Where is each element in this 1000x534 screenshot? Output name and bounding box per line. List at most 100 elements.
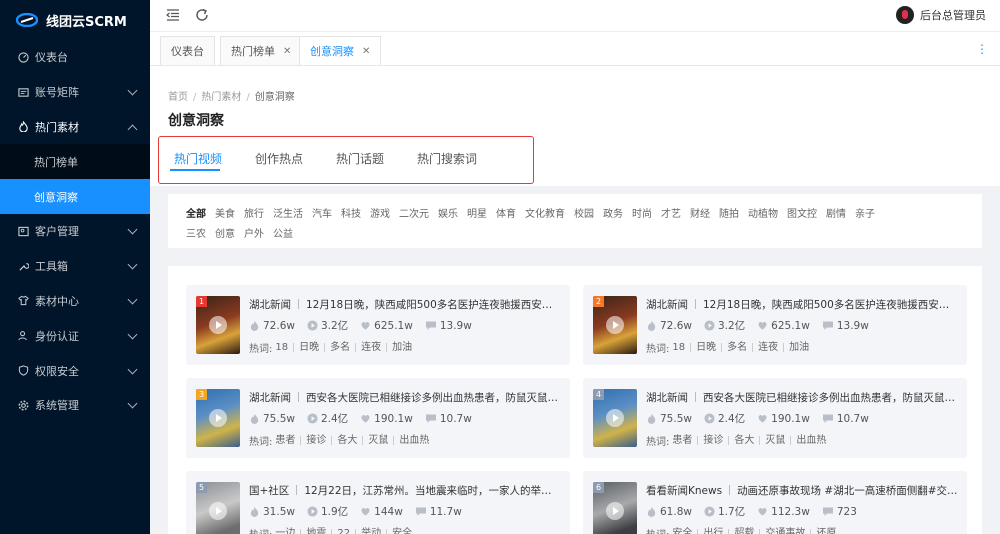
category-option[interactable]: 科技 xyxy=(341,205,361,220)
category-option[interactable]: 创意 xyxy=(215,225,235,240)
hot-keyword[interactable]: 灭鼠 xyxy=(759,436,790,446)
video-thumbnail[interactable]: 6 xyxy=(593,482,637,534)
category-option[interactable]: 剧情 xyxy=(826,205,846,220)
category-option[interactable]: 美食 xyxy=(215,205,235,220)
hot-keyword[interactable]: 接诊 xyxy=(300,436,331,446)
category-option[interactable]: 明星 xyxy=(467,205,487,220)
category-option[interactable]: 政务 xyxy=(603,205,623,220)
card-title[interactable]: 国+社区 12月22日，江苏常州。当地震来临时，一家人的举动。… xyxy=(249,483,561,498)
hot-keyword[interactable]: 超载 xyxy=(728,529,759,534)
category-option[interactable]: 才艺 xyxy=(661,205,681,220)
hot-keyword[interactable]: 出行 xyxy=(697,529,728,534)
sidebar-item-security[interactable]: 权限安全 xyxy=(0,353,150,388)
hot-keyword[interactable]: 灭鼠 xyxy=(362,436,393,446)
close-icon[interactable]: ✕ xyxy=(362,46,370,57)
card-title[interactable]: 湖北新闻 西安各大医院已相继接诊多例出血热患者，防鼠灭鼠是… xyxy=(646,390,958,405)
category-option[interactable]: 财经 xyxy=(690,205,710,220)
card-title[interactable]: 湖北新闻 西安各大医院已相继接诊多例出血热患者，防鼠灭鼠是… xyxy=(249,390,561,405)
category-option[interactable]: 户外 xyxy=(244,225,264,240)
hot-keyword[interactable]: 18 xyxy=(669,343,690,353)
sidebar-item-dashboard[interactable]: 仪表台 xyxy=(0,40,150,75)
sidebar-item-account-matrix[interactable]: 账号矩阵 xyxy=(0,75,150,110)
play-icon[interactable] xyxy=(209,316,227,334)
play-icon[interactable] xyxy=(209,409,227,427)
hot-keyword[interactable]: 出血热 xyxy=(790,436,831,446)
sidebar-item-hot-material[interactable]: 热门素材 xyxy=(0,110,150,145)
hot-keyword[interactable]: 连夜 xyxy=(355,343,386,353)
refresh-icon[interactable] xyxy=(195,8,211,24)
category-option[interactable]: 文化教育 xyxy=(525,205,565,220)
category-option[interactable]: 时尚 xyxy=(632,205,652,220)
sidebar-item-material-center[interactable]: 素材中心 xyxy=(0,284,150,319)
category-option[interactable]: 图文控 xyxy=(787,205,817,220)
subtab-hot-topic[interactable]: 热门话题 xyxy=(336,150,384,167)
hot-keyword[interactable]: 连夜 xyxy=(752,343,783,353)
hot-keyword[interactable]: 加油 xyxy=(386,343,417,353)
video-thumbnail[interactable]: 2 xyxy=(593,296,637,354)
collapse-menu-icon[interactable] xyxy=(166,8,182,24)
hot-keyword[interactable]: 多名 xyxy=(721,343,752,353)
hot-keyword[interactable]: 安全 xyxy=(669,529,697,534)
play-icon[interactable] xyxy=(606,409,624,427)
hot-keyword[interactable]: 加油 xyxy=(783,343,814,353)
video-card[interactable]: 2 湖北新闻 12月18日晚，陕西咸阳500多名医护连夜驰援西安，西… 72.6w… xyxy=(583,285,967,365)
category-option[interactable]: 亲子 xyxy=(855,205,875,220)
category-option[interactable]: 校园 xyxy=(574,205,594,220)
subtab-hot-search[interactable]: 热门搜索词 xyxy=(417,150,477,167)
close-icon[interactable]: ✕ xyxy=(283,46,291,57)
category-option[interactable]: 随拍 xyxy=(719,205,739,220)
video-card[interactable]: 6 看看新闻Knews 动画还原事故现场 #湖北一高速桥面侧翻#交通事… 61.8… xyxy=(583,471,967,534)
hot-keyword[interactable]: 日晚 xyxy=(293,343,324,353)
video-card[interactable]: 4 湖北新闻 西安各大医院已相继接诊多例出血热患者，防鼠灭鼠是… 75.5w 2.… xyxy=(583,378,967,458)
tab-dashboard[interactable]: 仪表台 xyxy=(160,36,215,65)
hot-keyword[interactable]: 出血热 xyxy=(393,436,434,446)
hot-keyword[interactable]: 多名 xyxy=(324,343,355,353)
card-title[interactable]: 湖北新闻 12月18日晚，陕西咸阳500多名医护连夜驰援西安，西… xyxy=(646,297,958,312)
category-option[interactable]: 娱乐 xyxy=(438,205,458,220)
tab-creative-insight[interactable]: 创意洞察 ✕ xyxy=(299,36,382,65)
category-option[interactable]: 动植物 xyxy=(748,205,778,220)
category-option[interactable]: 三农 xyxy=(186,225,206,240)
sidebar-item-identity[interactable]: 身份认证 xyxy=(0,318,150,353)
category-option[interactable]: 二次元 xyxy=(399,205,429,220)
hot-keyword[interactable]: 还原 xyxy=(810,529,841,534)
sidebar-item-toolbox[interactable]: 工具箱 xyxy=(0,249,150,284)
hot-keyword[interactable]: 举动 xyxy=(355,529,386,534)
category-option[interactable]: 全部 xyxy=(186,205,206,220)
tab-hot-list[interactable]: 热门榜单 ✕ xyxy=(220,36,303,65)
breadcrumb-home[interactable]: 首页 xyxy=(168,92,188,103)
sidebar-item-customer[interactable]: 客户管理 xyxy=(0,214,150,249)
play-icon[interactable] xyxy=(606,316,624,334)
category-option[interactable]: 公益 xyxy=(273,225,293,240)
hot-keyword[interactable]: 交通事故 xyxy=(759,529,810,534)
video-thumbnail[interactable]: 4 xyxy=(593,389,637,447)
hot-keyword[interactable]: 日晚 xyxy=(690,343,721,353)
user-menu[interactable]: 后台总管理员 xyxy=(896,6,986,24)
hot-keyword[interactable]: 22 xyxy=(331,529,355,534)
hot-keyword[interactable]: 各大 xyxy=(331,436,362,446)
more-vertical-icon[interactable]: ⋮ xyxy=(976,42,988,56)
hot-keyword[interactable]: 各大 xyxy=(728,436,759,446)
category-option[interactable]: 泛生活 xyxy=(273,205,303,220)
hot-keyword[interactable]: 地震 xyxy=(300,529,331,534)
hot-keyword[interactable]: 18 xyxy=(272,343,293,353)
video-card[interactable]: 5 国+社区 12月22日，江苏常州。当地震来临时，一家人的举动。… 31.5w … xyxy=(186,471,570,534)
video-thumbnail[interactable]: 1 xyxy=(196,296,240,354)
play-icon[interactable] xyxy=(209,502,227,520)
hot-keyword[interactable]: 安全 xyxy=(386,529,417,534)
category-option[interactable]: 汽车 xyxy=(312,205,332,220)
subtab-creative-hotspot[interactable]: 创作热点 xyxy=(255,150,303,167)
breadcrumb-hot-material[interactable]: 热门素材 xyxy=(201,92,241,103)
brand[interactable]: 线团云SCRM xyxy=(0,0,150,40)
play-icon[interactable] xyxy=(606,502,624,520)
video-thumbnail[interactable]: 3 xyxy=(196,389,240,447)
sidebar-item-creative-insight[interactable]: 创意洞察 xyxy=(0,179,150,214)
subtab-hot-video[interactable]: 热门视频 xyxy=(174,150,222,167)
video-thumbnail[interactable]: 5 xyxy=(196,482,240,534)
hot-keyword[interactable]: 一边 xyxy=(272,529,300,534)
category-option[interactable]: 游戏 xyxy=(370,205,390,220)
video-card[interactable]: 1 湖北新闻 12月18日晚，陕西咸阳500多名医护连夜驰援西安，西… 72.6w… xyxy=(186,285,570,365)
hot-keyword[interactable]: 患者 xyxy=(669,436,697,446)
category-option[interactable]: 体育 xyxy=(496,205,516,220)
sidebar-item-system[interactable]: 系统管理 xyxy=(0,388,150,423)
